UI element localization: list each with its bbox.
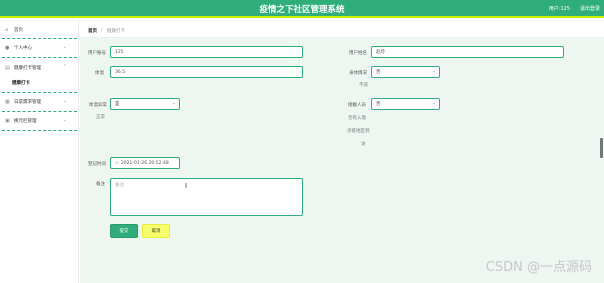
top-bar: 疫情之下社区管理系统 用户:125 退出登录 xyxy=(0,0,604,18)
app-title: 疫情之下社区管理系统 xyxy=(259,5,345,15)
remarks-textarea[interactable]: 备注 xyxy=(110,178,303,216)
text-cursor-icon: I xyxy=(185,182,188,190)
home-icon: ⌂ xyxy=(5,27,9,33)
register-time-value: 2021-01-26 20:52:48 xyxy=(120,161,169,166)
breadcrumb-current: 健康打卡 xyxy=(107,29,125,34)
sidebar-item-daily-needs[interactable]: ▦ 日常需求管理 ⌄ xyxy=(0,94,79,110)
temperature-input[interactable]: 36.5 xyxy=(110,66,303,78)
sidebar-item-label: 健康打卡 xyxy=(12,81,30,86)
sidebar: ⌂ 首页 ● 个人中心 ⌄ ▤ 健康打卡管理 ⌃ 健康打卡 ▦ 日常需求管理 ⌄… xyxy=(0,20,79,283)
fever-label: 身体情况 xyxy=(349,71,367,76)
menu-divider xyxy=(2,130,77,131)
sidebar-item-label: 首页 xyxy=(14,28,23,33)
sidebar-subitem-health-checkin[interactable]: 健康打卡 xyxy=(0,76,79,90)
grid-icon: ▣ xyxy=(5,118,10,124)
watermark: CSDN @一点源码 xyxy=(485,260,592,275)
chevron-down-icon: ⌄ xyxy=(62,44,67,50)
sidebar-item-health-check[interactable]: ▤ 健康打卡管理 ⌃ xyxy=(0,60,79,76)
user-account-label: 用户账号 xyxy=(88,51,106,56)
cancel-button[interactable]: 取消 xyxy=(142,224,170,238)
sidebar-item-profile[interactable]: ● 个人中心 ⌄ xyxy=(0,40,79,56)
submit-button[interactable]: 提交 xyxy=(110,224,138,238)
sidebar-item-label: 日常需求管理 xyxy=(14,100,41,105)
sidebar-item-label: 健康打卡管理 xyxy=(14,66,41,71)
sidebar-item-label: 个人中心 xyxy=(14,46,32,51)
clipboard-icon: ▤ xyxy=(5,65,10,71)
remarks-label: 备注 xyxy=(96,182,105,187)
clock-icon: ◷ xyxy=(115,161,119,166)
chevron-down-icon: ⌄ xyxy=(431,68,436,74)
scrollbar-thumb[interactable] xyxy=(600,138,603,158)
register-time-input[interactable]: ◷ 2021-01-26 20:52:48 xyxy=(110,157,180,169)
contact-label: 接触人员 xyxy=(348,103,366,108)
breadcrumb: 首页 / 健康打卡 xyxy=(80,24,604,38)
contact-note-line-1: 否有入境 xyxy=(348,116,366,121)
contact-select[interactable]: 否 ⌄ xyxy=(371,98,440,110)
register-time-label: 登记时间 xyxy=(88,162,106,167)
cough-select[interactable]: 是 ⌄ xyxy=(110,98,180,110)
cough-select-value: 是 xyxy=(115,102,120,107)
fever-select-value: 否 xyxy=(376,70,381,75)
chevron-down-icon: ⌄ xyxy=(62,98,67,104)
sidebar-item-home[interactable]: ⌂ 首页 xyxy=(0,22,79,38)
contact-note-line-3: 访 xyxy=(361,142,366,147)
sidebar-item-exchange[interactable]: ▣ 换元栏管理 ⌄ xyxy=(0,113,79,129)
logout-link[interactable]: 退出登录 xyxy=(580,5,600,12)
menu-divider xyxy=(2,92,77,93)
user-name-input[interactable]: 赵玲 xyxy=(371,46,564,58)
cough-note: 正常 xyxy=(96,115,105,120)
chevron-up-icon: ⌃ xyxy=(62,64,67,70)
user-name-label: 用户姓名 xyxy=(349,51,367,56)
menu-divider xyxy=(2,111,77,112)
menu-divider xyxy=(2,57,77,58)
chevron-down-icon: ⌄ xyxy=(171,100,176,106)
user-account-input[interactable]: 125 xyxy=(110,46,303,58)
user-icon: ● xyxy=(5,45,10,51)
temperature-label: 体温 xyxy=(95,71,104,76)
chevron-down-icon: ⌄ xyxy=(62,117,67,123)
fever-select[interactable]: 否 ⌄ xyxy=(371,66,440,78)
cough-label: 体温异常 xyxy=(89,103,107,108)
sidebar-item-label: 换元栏管理 xyxy=(14,119,37,124)
fever-note: 不适 xyxy=(359,83,368,88)
contact-select-value: 否 xyxy=(376,102,381,107)
breadcrumb-separator: / xyxy=(101,28,103,33)
chevron-down-icon: ⌄ xyxy=(431,100,436,106)
menu-divider xyxy=(2,38,77,39)
list-icon: ▦ xyxy=(5,99,10,105)
breadcrumb-home[interactable]: 首页 xyxy=(88,28,97,34)
contact-note-line-2: 涉疫地区到 xyxy=(347,129,370,134)
current-user: 用户:125 xyxy=(548,6,570,12)
